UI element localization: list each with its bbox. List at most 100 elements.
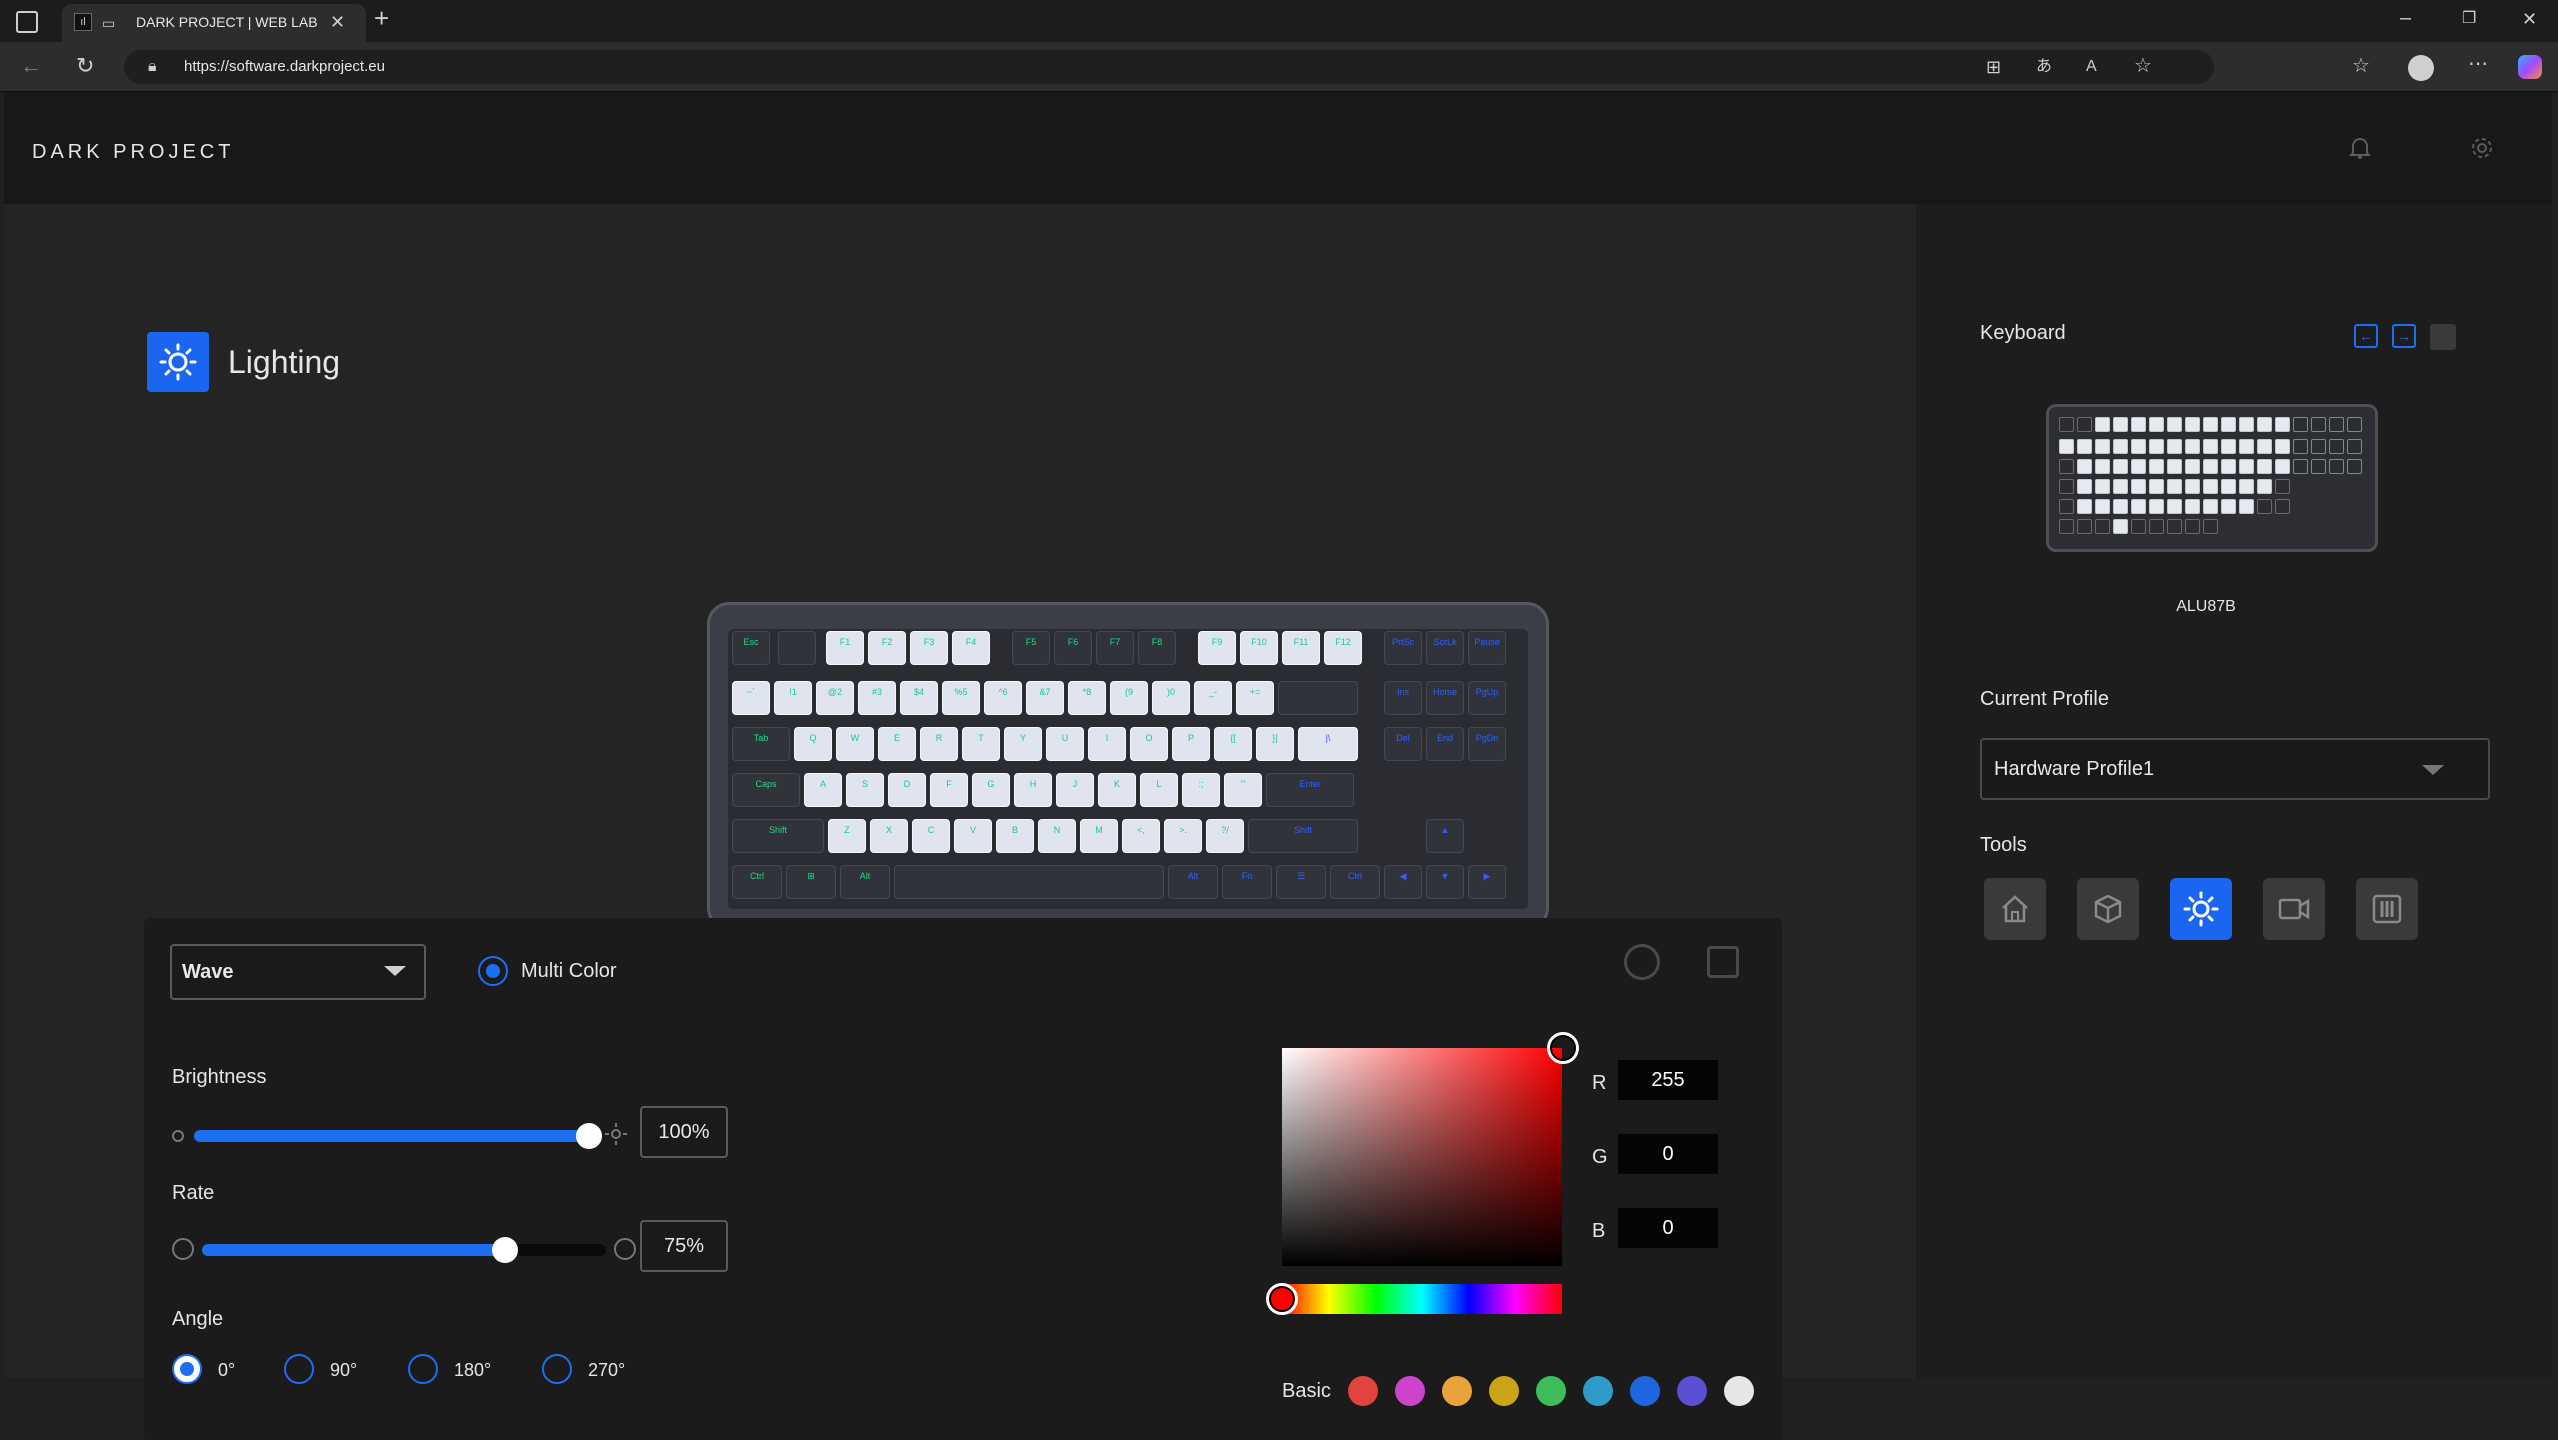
profile-dropdown[interactable]: Hardware Profile1 bbox=[1980, 738, 2490, 800]
angle-270-radio[interactable] bbox=[542, 1354, 572, 1384]
keyboard-key[interactable]: (9 bbox=[1110, 681, 1148, 715]
color-swatch[interactable] bbox=[1630, 1376, 1660, 1406]
favorite-star-icon[interactable]: ☆ bbox=[2134, 56, 2152, 76]
keyboard-key[interactable]: J bbox=[1056, 773, 1094, 807]
image-icon[interactable] bbox=[2430, 324, 2456, 350]
keyboard-key[interactable]: ~` bbox=[732, 681, 770, 715]
tab-close-icon[interactable]: ✕ bbox=[330, 12, 345, 32]
tool-macro[interactable] bbox=[2263, 878, 2325, 940]
keyboard-key[interactable]: Q bbox=[794, 727, 832, 761]
brightness-knob[interactable] bbox=[576, 1123, 602, 1149]
color-swatch[interactable] bbox=[1348, 1376, 1378, 1406]
keyboard-key[interactable]: |\ bbox=[1298, 727, 1358, 761]
profile-avatar-icon[interactable] bbox=[2408, 55, 2434, 81]
keyboard-key[interactable]: Shift bbox=[1248, 819, 1358, 853]
angle-0-radio[interactable] bbox=[172, 1354, 202, 1384]
keyboard-key[interactable]: PrtSc bbox=[1384, 631, 1422, 665]
keyboard-key[interactable]: F7 bbox=[1096, 631, 1134, 665]
keyboard-key[interactable]: Y bbox=[1004, 727, 1042, 761]
keyboard-key[interactable]: ?/ bbox=[1206, 819, 1244, 853]
keyboard-key[interactable]: L bbox=[1140, 773, 1178, 807]
keyboard-key[interactable]: ☰ bbox=[1276, 865, 1326, 899]
rate-knob[interactable] bbox=[492, 1237, 518, 1263]
keyboard-key[interactable]: Caps bbox=[732, 773, 800, 807]
g-input[interactable]: 0 bbox=[1618, 1134, 1718, 1174]
lock-icon[interactable]: 🔒︎ bbox=[148, 57, 157, 77]
tool-performance[interactable] bbox=[2077, 878, 2139, 940]
keyboard-key[interactable]: *8 bbox=[1068, 681, 1106, 715]
keyboard-key[interactable]: X bbox=[870, 819, 908, 853]
refresh-icon[interactable]: ↻ bbox=[76, 55, 94, 77]
effect-dropdown[interactable]: Wave bbox=[170, 944, 426, 1000]
tool-home[interactable] bbox=[1984, 878, 2046, 940]
keyboard-key[interactable]: ⊞ bbox=[786, 865, 836, 899]
keyboard-key[interactable]: ▼ bbox=[1426, 865, 1464, 899]
keyboard-key[interactable]: Alt bbox=[1168, 865, 1218, 899]
keyboard-key[interactable]: Tab bbox=[732, 727, 790, 761]
keyboard-key[interactable]: ▶ bbox=[1468, 865, 1506, 899]
r-input[interactable]: 255 bbox=[1618, 1060, 1718, 1100]
keyboard-key[interactable]: Ctrl bbox=[732, 865, 782, 899]
keyboard-key[interactable]: @2 bbox=[816, 681, 854, 715]
keyboard-key[interactable]: Alt bbox=[840, 865, 890, 899]
multi-color-radio[interactable] bbox=[478, 956, 508, 986]
keyboard-key[interactable]: F6 bbox=[1054, 631, 1092, 665]
device-thumbnail[interactable] bbox=[2046, 404, 2378, 552]
window-close-icon[interactable]: ✕ bbox=[2522, 9, 2537, 29]
keyboard-key[interactable]: !1 bbox=[774, 681, 812, 715]
keyboard-key[interactable]: #3 bbox=[858, 681, 896, 715]
keyboard-key[interactable]: )0 bbox=[1152, 681, 1190, 715]
settings-gear-icon[interactable] bbox=[2470, 136, 2494, 160]
keyboard-key[interactable]: F2 bbox=[868, 631, 906, 665]
export-icon[interactable]: → bbox=[2392, 324, 2416, 348]
saturation-value-area[interactable] bbox=[1282, 1048, 1562, 1266]
new-tab-icon[interactable]: + bbox=[374, 5, 389, 31]
keyboard-key[interactable]: F8 bbox=[1138, 631, 1176, 665]
keyboard-key[interactable]: N bbox=[1038, 819, 1076, 853]
hue-slider[interactable] bbox=[1282, 1284, 1562, 1314]
keyboard-key[interactable]: Pause bbox=[1468, 631, 1506, 665]
keyboard-key[interactable]: F1 bbox=[826, 631, 864, 665]
keyboard-key[interactable]: ^6 bbox=[984, 681, 1022, 715]
keyboard-key[interactable]: F9 bbox=[1198, 631, 1236, 665]
favorites-icon[interactable]: ☆ bbox=[2352, 56, 2370, 76]
hue-handle[interactable] bbox=[1266, 1283, 1298, 1315]
color-swatch[interactable] bbox=[1395, 1376, 1425, 1406]
keyboard-key[interactable]: I bbox=[1088, 727, 1126, 761]
keyboard-key[interactable] bbox=[894, 865, 1164, 899]
translate-icon[interactable]: あ bbox=[2036, 57, 2052, 77]
keyboard-key[interactable]: PgDn bbox=[1468, 727, 1506, 761]
bell-icon[interactable] bbox=[2349, 136, 2371, 160]
keyboard-key[interactable]: Esc bbox=[732, 631, 770, 665]
keyboard-key[interactable]: F3 bbox=[910, 631, 948, 665]
keyboard-key[interactable]: }] bbox=[1256, 727, 1294, 761]
rate-slider[interactable] bbox=[202, 1237, 606, 1263]
keyboard-key[interactable]: PgUp bbox=[1468, 681, 1506, 715]
keyboard-key[interactable]: V bbox=[954, 819, 992, 853]
keyboard-key[interactable]: ScrLk bbox=[1426, 631, 1464, 665]
keyboard-key[interactable]: Shift bbox=[732, 819, 824, 853]
keyboard-key[interactable]: H bbox=[1014, 773, 1052, 807]
color-swatch[interactable] bbox=[1583, 1376, 1613, 1406]
sv-picker-handle[interactable] bbox=[1547, 1032, 1579, 1064]
angle-180-radio[interactable] bbox=[408, 1354, 438, 1384]
keyboard-key[interactable]: {[ bbox=[1214, 727, 1252, 761]
keyboard-key[interactable]: P bbox=[1172, 727, 1210, 761]
rate-value-box[interactable]: 75% bbox=[640, 1220, 728, 1272]
keyboard-key[interactable]: End bbox=[1426, 727, 1464, 761]
keyboard-key[interactable]: F5 bbox=[1012, 631, 1050, 665]
keyboard-key[interactable]: &7 bbox=[1026, 681, 1064, 715]
reset-icon[interactable] bbox=[1624, 944, 1660, 980]
keyboard-key[interactable]: B bbox=[996, 819, 1034, 853]
keyboard-key[interactable]: Enter bbox=[1266, 773, 1354, 807]
b-input[interactable]: 0 bbox=[1618, 1208, 1718, 1248]
keyboard-key[interactable]: ▲ bbox=[1426, 819, 1464, 853]
keyboard-key[interactable]: G bbox=[972, 773, 1010, 807]
keyboard-key[interactable]: :; bbox=[1182, 773, 1220, 807]
keyboard-key[interactable]: F10 bbox=[1240, 631, 1278, 665]
keyboard-key[interactable]: S bbox=[846, 773, 884, 807]
keyboard-key[interactable]: >. bbox=[1164, 819, 1202, 853]
copilot-icon[interactable] bbox=[2518, 55, 2542, 79]
keyboard-key[interactable]: Home bbox=[1426, 681, 1464, 715]
keyboard-key[interactable] bbox=[778, 631, 816, 665]
